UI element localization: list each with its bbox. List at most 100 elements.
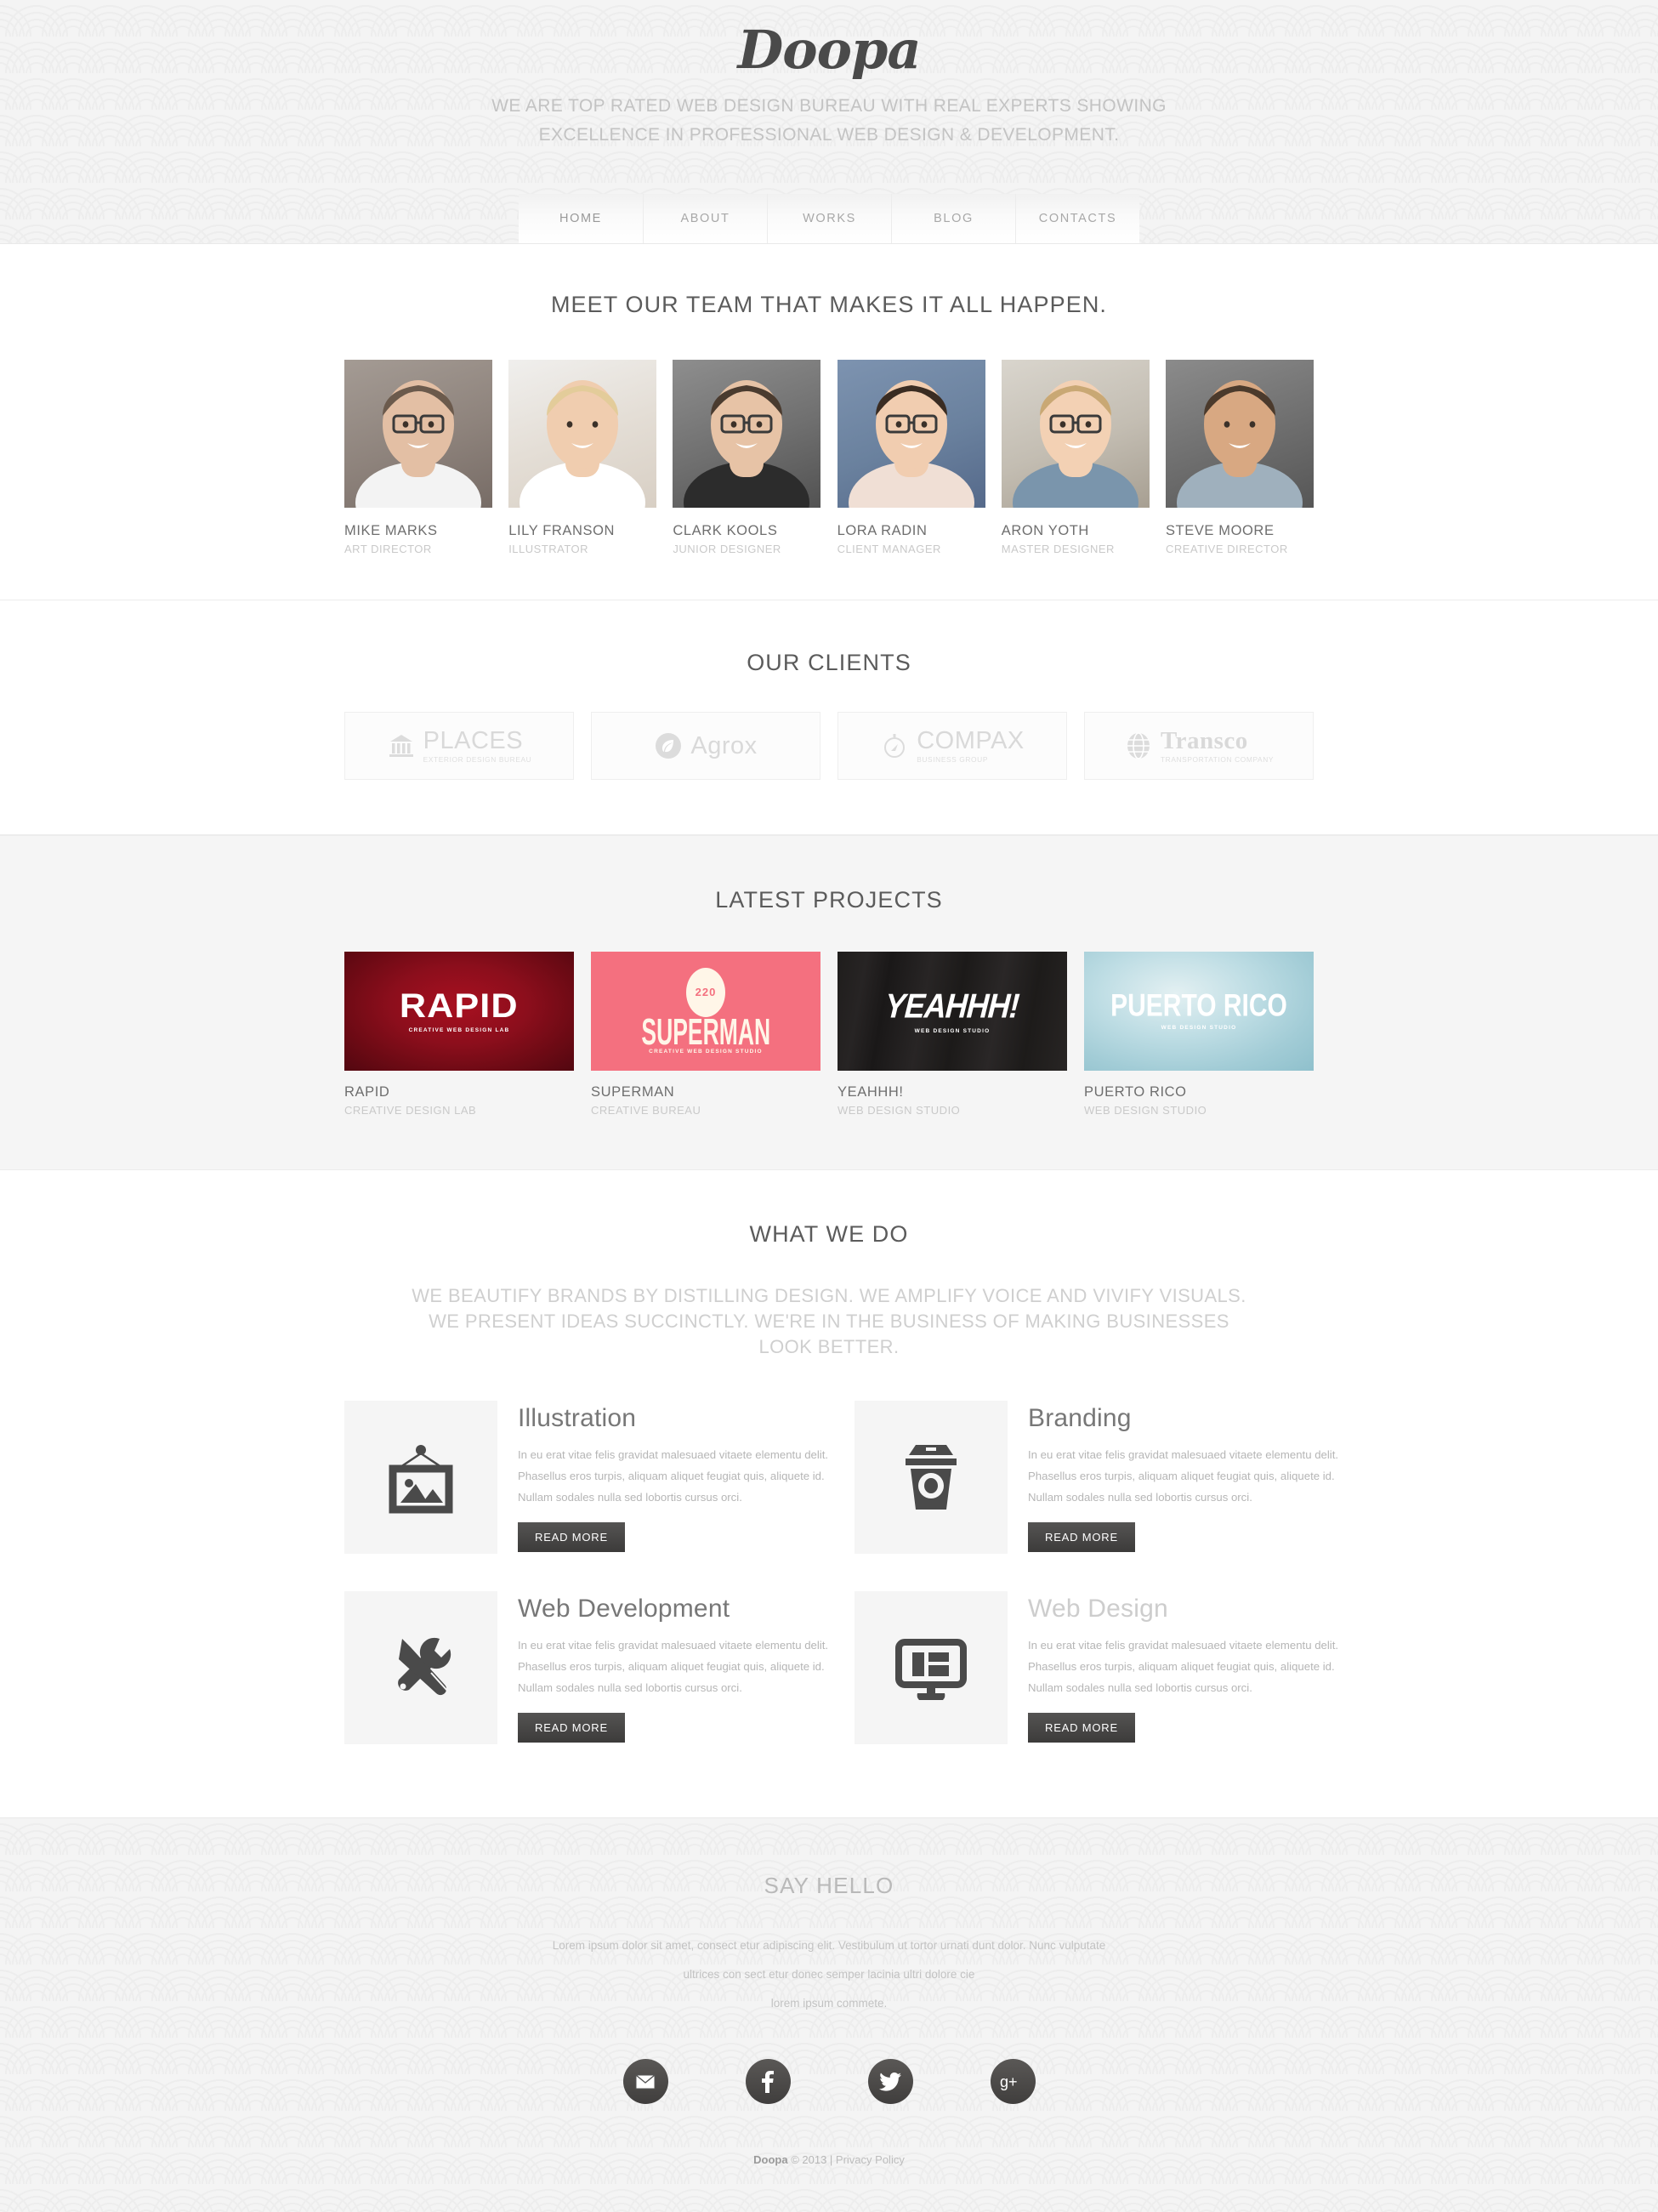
client-text: Transco TRANSPORTATION COMPANY [1160, 726, 1275, 764]
team-member-card[interactable]: LILY FRANSON ILLUSTRATOR [508, 360, 657, 555]
team-member-name: MIKE MARKS [344, 523, 438, 538]
clients-section: OUR CLIENTS PLACES EXTERIOR DESIGN BUREAU… [0, 600, 1658, 835]
service-title: Branding [1028, 1404, 1132, 1432]
client-logo-agrox[interactable]: Agrox [591, 712, 820, 780]
project-thumbnail[interactable]: PUERTO RICO WEB DESIGN STUDIO [1084, 952, 1314, 1071]
project-thumbnail-title: YEAHHH! [883, 986, 1021, 1026]
project-name: RAPID [344, 1084, 390, 1100]
projects-title: LATEST PROJECTS [715, 887, 943, 913]
compass-icon [880, 731, 909, 760]
client-text: Agrox [690, 733, 757, 759]
client-logo-transco[interactable]: Transco TRANSPORTATION COMPANY [1084, 712, 1314, 780]
service-card: Branding In eu erat vitae felis gravidat … [855, 1401, 1348, 1554]
bank-columns-icon [387, 731, 416, 760]
team-member-name: LORA RADIN [837, 523, 928, 538]
nav-item-contacts[interactable]: CONTACTS [1015, 194, 1139, 243]
project-name: PUERTO RICO [1084, 1084, 1187, 1100]
client-name: Transco [1160, 726, 1248, 754]
service-description: In eu erat vitae felis gravidat malesuae… [1028, 1448, 1339, 1504]
read-more-button[interactable]: READ MORE [518, 1522, 625, 1552]
nav-item-blog[interactable]: BLOG [891, 194, 1015, 243]
google-plus-icon[interactable]: g+ [990, 2059, 1036, 2104]
read-more-button[interactable]: READ MORE [518, 1713, 625, 1743]
team-member-photo [837, 360, 985, 543]
framed-picture-icon [344, 1401, 497, 1554]
read-more-button[interactable]: READ MORE [1028, 1522, 1135, 1552]
team-member-role: CREATIVE DIRECTOR [1165, 543, 1288, 555]
privacy-policy-link[interactable]: Privacy Policy [836, 2153, 905, 2166]
team-member-card[interactable]: MIKE MARKS ART DIRECTOR [344, 360, 492, 555]
project-card[interactable]: RAPID CREATIVE WEB DESIGN LAB RAPID CREATIV… [344, 952, 574, 1117]
team-member-card[interactable]: STEVE MOORE CREATIVE DIRECTOR [1165, 360, 1314, 555]
project-thumbnail-title: RAPID [400, 987, 519, 1025]
team-member-photo [1001, 360, 1150, 543]
project-thumbnail[interactable]: RAPID CREATIVE WEB DESIGN LAB [344, 952, 574, 1071]
site-logo: Doopa [737, 19, 922, 81]
projects-grid: RAPID CREATIVE WEB DESIGN LAB RAPID CREATIV… [344, 952, 1314, 1117]
client-text: COMPAX BUSINESS GROUP [917, 726, 1025, 764]
project-thumbnail-subtitle: WEB DESIGN STUDIO [914, 1028, 991, 1034]
client-name: COMPAX [917, 726, 1025, 754]
project-card[interactable]: PUERTO RICO WEB DESIGN STUDIO PUERTO RICO W… [1084, 952, 1314, 1117]
twitter-icon[interactable] [867, 2059, 913, 2104]
team-member-card[interactable]: LORA RADIN CLIENT MANAGER [837, 360, 985, 555]
client-text: PLACES EXTERIOR DESIGN BUREAU [423, 728, 532, 764]
project-thumbnail[interactable]: 220 SUPERMAN CREATIVE WEB DESIGN STUDIO [591, 952, 820, 1071]
service-card: Web Design In eu erat vitae felis gravida… [855, 1591, 1348, 1744]
project-subtitle: WEB DESIGN STUDIO [1084, 1104, 1207, 1117]
team-member-name: CLARK KOOLS [673, 523, 778, 538]
project-badge: 220 [686, 967, 725, 1017]
wrench-screwdriver-icon [344, 1591, 497, 1744]
project-thumbnail-title: SUPERMAN [641, 1011, 770, 1053]
clients-title: OUR CLIENTS [747, 650, 911, 675]
footer-description: Lorem ipsum dolor sit amet, consect etur… [404, 1931, 1254, 2018]
team-member-photo [508, 360, 657, 543]
service-title: Web Design [1028, 1595, 1168, 1623]
project-name: YEAHHH! [838, 1084, 904, 1100]
site-footer: SAY HELLO Lorem ipsum dolor sit amet, co… [0, 1817, 1658, 2212]
client-subtitle: EXTERIOR DESIGN BUREAU [423, 754, 532, 764]
client-subtitle: BUSINESS GROUP [917, 754, 989, 764]
team-member-card[interactable]: ARON YOTH MASTER DESIGNER [1001, 360, 1150, 555]
project-name: SUPERMAN [591, 1084, 675, 1100]
leaf-circle-icon [654, 731, 683, 760]
team-member-role: ILLUSTRATOR [508, 543, 589, 555]
footer-desc-line3: lorem ipsum commete. [770, 1997, 888, 2010]
team-member-card[interactable]: CLARK KOOLS JUNIOR DESIGNER [673, 360, 821, 555]
team-title: MEET OUR TEAM THAT MAKES IT ALL HAPPEN. [550, 292, 1108, 317]
copyright-text: © 2013 | [787, 2153, 836, 2166]
footer-desc-line1: Lorem ipsum dolor sit amet, consect etur… [552, 1939, 1106, 1952]
project-thumbnail[interactable]: YEAHHH! WEB DESIGN STUDIO [838, 952, 1067, 1071]
email-icon[interactable] [622, 2059, 668, 2104]
facebook-icon[interactable] [745, 2059, 791, 2104]
nav-item-home[interactable]: HOME [519, 194, 643, 243]
project-thumbnail-subtitle: CREATIVE WEB DESIGN LAB [408, 1027, 510, 1033]
team-grid: MIKE MARKS ART DIRECTOR LILY FRANSON ILLUST… [344, 360, 1314, 555]
service-description: In eu erat vitae felis gravidat malesuae… [518, 1639, 829, 1694]
what-we-do-description: WE BEAUTIFY BRANDS BY DISTILLING DESIGN.… [412, 1285, 1246, 1357]
service-description: In eu erat vitae felis gravidat malesuae… [1028, 1639, 1339, 1694]
team-member-role: JUNIOR DESIGNER [673, 543, 781, 555]
read-more-button[interactable]: READ MORE [1028, 1713, 1135, 1743]
team-member-role: ART DIRECTOR [344, 543, 432, 555]
clients-grid: PLACES EXTERIOR DESIGN BUREAU Agrox COMPAX B… [344, 712, 1314, 780]
team-member-name: LILY FRANSON [508, 523, 616, 538]
project-card[interactable]: YEAHHH! WEB DESIGN STUDIO YEAHHH! WEB DESIG… [838, 952, 1067, 1117]
footer-desc-line2: ultrices con sect etur donec semper laci… [683, 1968, 975, 1981]
service-body: Illustration In eu erat vitae felis gravi… [518, 1401, 838, 1554]
client-logo-compax[interactable]: COMPAX BUSINESS GROUP [838, 712, 1067, 780]
client-subtitle: TRANSPORTATION COMPANY [1160, 754, 1275, 764]
nav-item-works[interactable]: WORKS [767, 194, 891, 243]
service-description: In eu erat vitae felis gravidat malesuae… [518, 1448, 829, 1504]
project-thumbnail-title: PUERTO RICO [1110, 987, 1287, 1023]
svg-text:g+: g+ [1000, 2073, 1018, 2090]
team-member-name: STEVE MOORE [1165, 523, 1275, 538]
service-body: Web Development In eu erat vitae felis gr… [518, 1591, 838, 1744]
service-title: Illustration [518, 1404, 637, 1432]
main-navigation: HOME ABOUT WORKS BLOG CONTACTS [519, 194, 1139, 243]
nav-item-about[interactable]: ABOUT [643, 194, 767, 243]
team-member-role: MASTER DESIGNER [1001, 543, 1115, 555]
project-card[interactable]: 220 SUPERMAN CREATIVE WEB DESIGN STUDIO SUP… [591, 952, 820, 1117]
project-subtitle: CREATIVE DESIGN LAB [344, 1104, 477, 1117]
client-logo-places[interactable]: PLACES EXTERIOR DESIGN BUREAU [344, 712, 574, 780]
